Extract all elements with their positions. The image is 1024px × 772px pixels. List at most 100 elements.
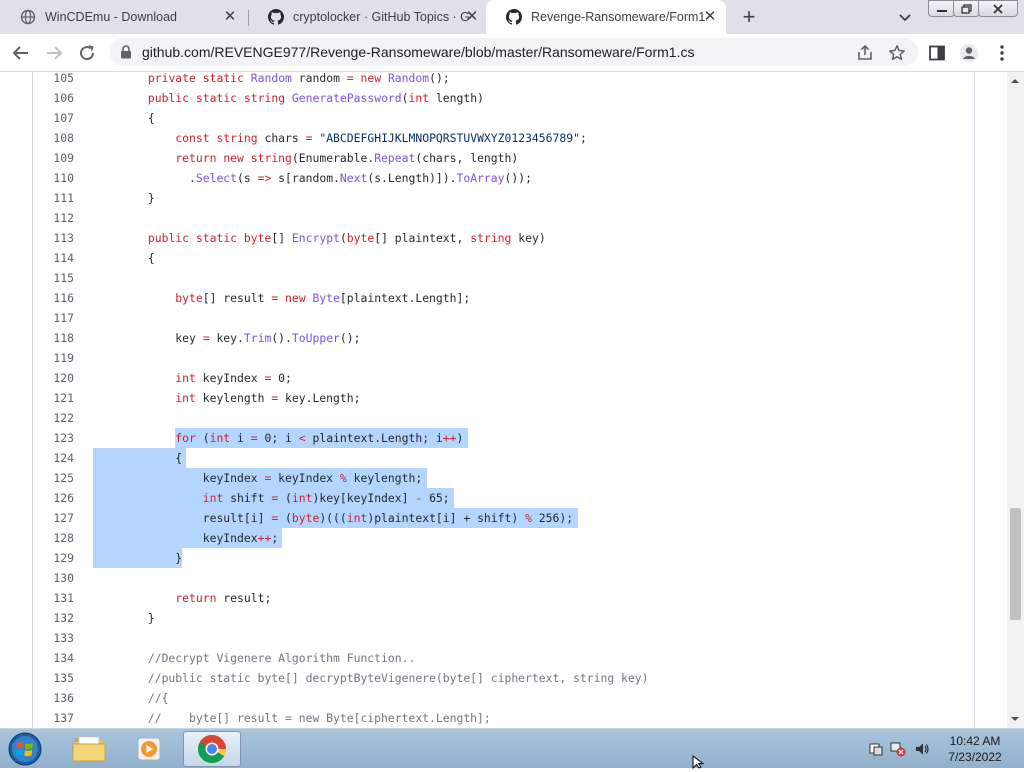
line-number[interactable]: 122 xyxy=(33,408,74,428)
line-number[interactable]: 135 xyxy=(33,668,74,688)
code-viewer: 105 private static Random random = new R… xyxy=(32,72,975,728)
line-number[interactable]: 116 xyxy=(33,288,74,308)
volume-icon[interactable] xyxy=(914,741,930,757)
code-line: 121 int keylength = key.Length; xyxy=(33,388,973,408)
line-number[interactable]: 107 xyxy=(33,108,74,128)
code-line: 136 //{ xyxy=(33,688,973,708)
clock-date: 7/23/2022 xyxy=(948,750,1002,764)
taskbar-clock[interactable]: 10:42 AM 7/23/2022 xyxy=(934,733,1016,765)
line-number[interactable]: 115 xyxy=(33,268,74,288)
line-code: for (int i = 0; i < plaintext.Length; i+… xyxy=(175,431,464,445)
line-number[interactable]: 121 xyxy=(33,388,74,408)
line-number[interactable]: 128 xyxy=(33,528,74,548)
code-line: 106 public static string GeneratePasswor… xyxy=(33,88,973,108)
tab-form1-cs[interactable]: Revenge-Ransomeware/Form1.cs ✕ xyxy=(486,0,726,34)
tab-strip: WinCDEmu - Download ✕ cryptolocker · Git… xyxy=(0,0,1024,34)
line-number[interactable]: 118 xyxy=(33,328,74,348)
line-code: .Select(s => s[random.Next(s.Length)]).T… xyxy=(93,171,532,185)
code-line: 137 // byte[] result = new Byte[cipherte… xyxy=(33,708,973,728)
code-line: 113 public static byte[] Encrypt(byte[] … xyxy=(33,228,973,248)
scroll-down-arrow-icon[interactable] xyxy=(1010,714,1020,724)
media-player-taskbar-button[interactable] xyxy=(120,731,178,767)
scroll-up-arrow-icon[interactable] xyxy=(1010,76,1020,86)
bookmark-star-icon[interactable] xyxy=(888,44,906,62)
code-line: 107 { xyxy=(33,108,973,128)
close-window-button[interactable] xyxy=(978,0,1018,17)
line-code: //Decrypt Vigenere Algorithm Function.. xyxy=(93,651,416,665)
line-code: private static Random random = new Rando… xyxy=(147,72,450,85)
line-number[interactable]: 126 xyxy=(33,488,74,508)
line-number[interactable]: 125 xyxy=(33,468,74,488)
line-number[interactable]: 105 xyxy=(33,72,74,88)
close-tab-icon[interactable]: ✕ xyxy=(222,9,238,25)
line-number[interactable]: 113 xyxy=(33,228,74,248)
chrome-taskbar-button[interactable] xyxy=(183,731,241,767)
minimize-button[interactable] xyxy=(928,0,955,17)
code-line: 109 return new string(Enumerable.Repeat(… xyxy=(33,148,973,168)
line-number[interactable]: 111 xyxy=(33,188,74,208)
line-number[interactable]: 129 xyxy=(33,548,74,568)
line-number[interactable]: 131 xyxy=(33,588,74,608)
line-code: } xyxy=(93,551,183,565)
more-menu-icon[interactable] xyxy=(992,43,1012,63)
code-line: 116 byte[] result = new Byte[plaintext.L… xyxy=(33,288,973,308)
tab-search-chevron-icon[interactable] xyxy=(896,8,914,26)
line-number[interactable]: 124 xyxy=(33,448,74,468)
line-number[interactable]: 134 xyxy=(33,648,74,668)
line-number[interactable]: 123 xyxy=(33,428,74,448)
line-number[interactable]: 130 xyxy=(33,568,74,588)
url-text[interactable]: github.com/REVENGE977/Revenge-Ransomewar… xyxy=(142,44,694,60)
line-code: result[i] = (byte)(((int)plaintext[i] + … xyxy=(93,511,574,525)
line-number[interactable]: 120 xyxy=(33,368,74,388)
line-code: public static string GeneratePassword(in… xyxy=(147,91,484,105)
restore-button[interactable] xyxy=(953,0,980,17)
side-panel-icon[interactable] xyxy=(927,43,947,63)
forward-arrow-icon[interactable] xyxy=(43,42,65,64)
code-line: 127 result[i] = (byte)(((int)plaintext[i… xyxy=(33,508,973,528)
code-line: 112 xyxy=(33,208,973,228)
windows-taskbar: 10:42 AM 7/23/2022 xyxy=(0,728,1024,768)
line-number[interactable]: 119 xyxy=(33,348,74,368)
line-number[interactable]: 112 xyxy=(33,208,74,228)
code-line: 128 keyIndex++; xyxy=(33,528,973,548)
close-tab-icon[interactable]: ✕ xyxy=(702,9,718,25)
reload-icon[interactable] xyxy=(76,42,98,64)
media-player-icon xyxy=(137,737,161,761)
line-code: } xyxy=(93,611,155,625)
network-warning-icon[interactable] xyxy=(890,741,906,757)
line-number[interactable]: 108 xyxy=(33,128,74,148)
line-number[interactable]: 114 xyxy=(33,248,74,268)
line-code: //public static byte[] decryptByteVigene… xyxy=(93,671,649,685)
profile-avatar-icon[interactable] xyxy=(959,43,979,63)
line-number[interactable]: 110 xyxy=(33,168,74,188)
line-number[interactable]: 132 xyxy=(33,608,74,628)
line-number[interactable]: 109 xyxy=(33,148,74,168)
new-tab-button[interactable]: + xyxy=(738,6,760,28)
code-line: 122 xyxy=(33,408,973,428)
address-bar[interactable]: github.com/REVENGE977/Revenge-Ransomewar… xyxy=(110,38,918,66)
line-number[interactable]: 136 xyxy=(33,688,74,708)
line-code: // byte[] result = new Byte[ciphertext.L… xyxy=(93,711,491,725)
line-number[interactable]: 137 xyxy=(33,708,74,728)
lock-icon[interactable] xyxy=(120,45,132,59)
file-explorer-taskbar-button[interactable] xyxy=(60,731,118,767)
tab-wincdemu[interactable]: WinCDEmu - Download ✕ xyxy=(0,0,248,34)
code-line: 135 //public static byte[] decryptByteVi… xyxy=(33,668,973,688)
code-line: 118 key = key.Trim().ToUpper(); xyxy=(33,328,973,348)
windows-start-icon[interactable] xyxy=(6,731,44,767)
scrollbar-thumb[interactable] xyxy=(1010,508,1021,620)
code-line: 130 xyxy=(33,568,973,588)
scrollbar-track[interactable] xyxy=(1007,72,1024,728)
chrome-icon xyxy=(198,735,226,763)
line-number[interactable]: 127 xyxy=(33,508,74,528)
line-number[interactable]: 133 xyxy=(33,628,74,648)
line-number[interactable]: 106 xyxy=(33,88,74,108)
close-tab-icon[interactable]: ✕ xyxy=(464,9,480,25)
code-line: 114 { xyxy=(33,248,973,268)
action-center-icon[interactable] xyxy=(868,741,884,757)
line-number[interactable]: 117 xyxy=(33,308,74,328)
back-arrow-icon[interactable] xyxy=(10,42,32,64)
tab-cryptolocker[interactable]: cryptolocker · GitHub Topics · Git ✕ xyxy=(248,0,488,34)
line-code: keyIndex++; xyxy=(93,531,279,545)
share-icon[interactable] xyxy=(856,44,874,62)
